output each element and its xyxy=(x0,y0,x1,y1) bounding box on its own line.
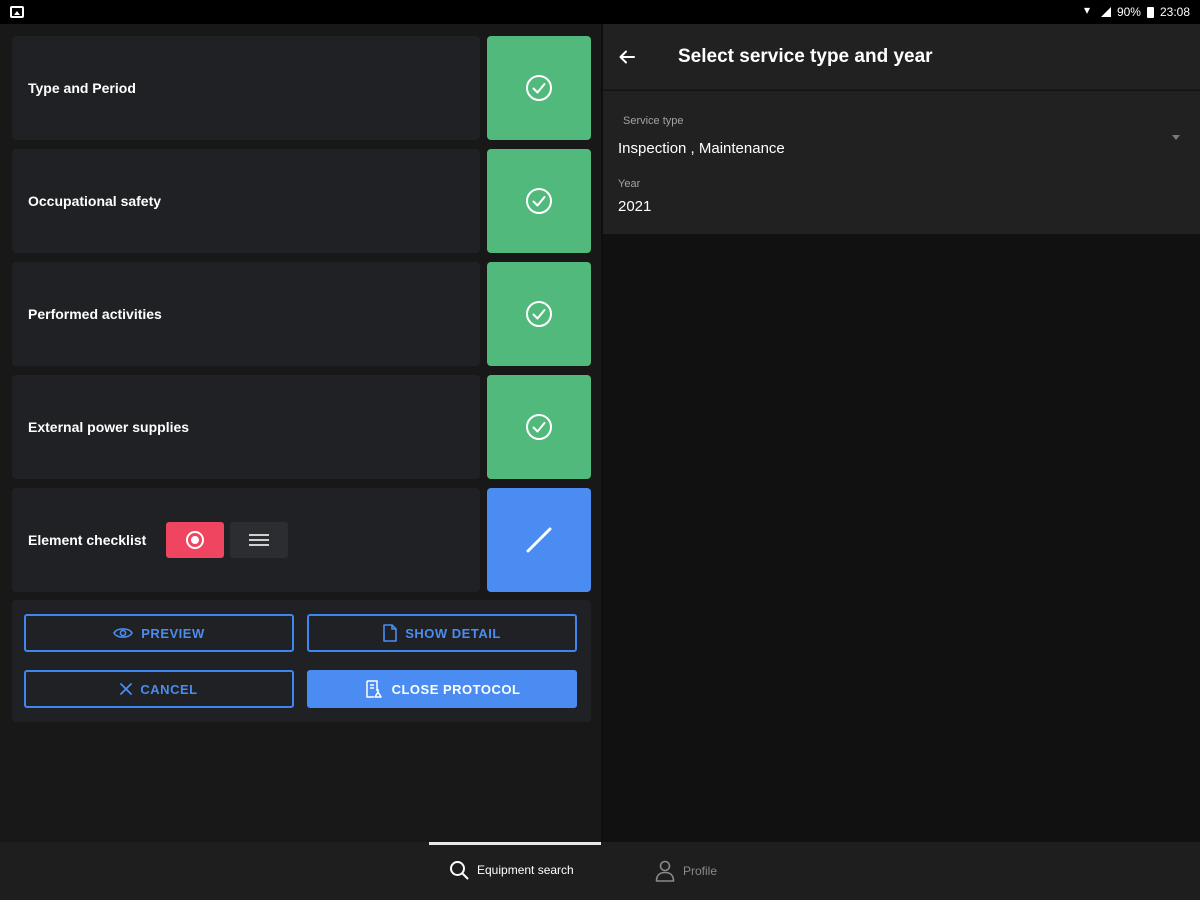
check-circle-icon xyxy=(526,414,552,440)
protocol-actions-panel: PREVIEW SHOW DETAIL CANCEL CLOSE PROTOCO… xyxy=(12,600,591,722)
check-circle-icon xyxy=(526,301,552,327)
search-icon xyxy=(450,861,469,880)
section-label: Type and Period xyxy=(28,80,136,96)
cancel-button[interactable]: CANCEL xyxy=(24,670,294,708)
section-label: Occupational safety xyxy=(28,193,162,209)
section-complete-button[interactable] xyxy=(487,375,591,479)
record-mode-button[interactable] xyxy=(166,522,225,558)
section-row-performed-activities: Performed activities xyxy=(12,262,591,366)
page-title: Select service type and year xyxy=(678,45,933,67)
nav-equipment-search-label: Equipment search xyxy=(477,863,574,877)
section-row-occupational-safety: Occupational safety xyxy=(12,149,591,253)
wifi-icon xyxy=(1083,3,1095,18)
battery-percent: 90% xyxy=(1116,5,1141,19)
check-circle-icon xyxy=(526,188,552,214)
status-bar: 90% 23:08 xyxy=(0,0,1200,24)
arrow-back-icon xyxy=(619,50,635,63)
protocol-sign-icon xyxy=(365,680,382,698)
close-icon xyxy=(120,683,133,695)
nav-profile[interactable]: Profile xyxy=(655,860,717,882)
person-icon xyxy=(655,860,675,882)
section-card[interactable]: Type and Period xyxy=(12,36,480,140)
eye-icon xyxy=(113,628,134,638)
section-label: Performed activities xyxy=(28,306,162,322)
cancel-label: CANCEL xyxy=(140,681,198,697)
battery-icon xyxy=(1146,6,1154,18)
clock: 23:08 xyxy=(1159,5,1190,19)
status-bar-right: 90% 23:08 xyxy=(1083,3,1190,19)
section-card[interactable]: Occupational safety xyxy=(12,149,480,253)
service-type-value: Inspection , Maintenance xyxy=(618,140,785,157)
chevron-down-icon xyxy=(1172,135,1180,140)
section-edit-button[interactable] xyxy=(487,488,591,592)
nav-profile-label: Profile xyxy=(683,864,718,878)
section-complete-button[interactable] xyxy=(487,262,591,366)
back-button[interactable] xyxy=(603,33,651,81)
section-card[interactable]: Element checklist xyxy=(12,488,480,592)
show-detail-label: SHOW DETAIL xyxy=(405,625,501,641)
section-card[interactable]: Performed activities xyxy=(12,262,480,366)
section-row-element-checklist: Element checklist xyxy=(12,488,591,592)
active-tab-indicator xyxy=(429,842,601,845)
preview-button[interactable]: PREVIEW xyxy=(24,614,294,652)
section-complete-button[interactable] xyxy=(487,36,591,140)
detail-app-bar: Select service type and year xyxy=(603,24,1200,90)
checklist-mode-toggle xyxy=(166,522,289,558)
pencil-icon xyxy=(526,527,552,553)
nav-equipment-search[interactable]: Equipment search xyxy=(449,860,574,880)
section-row-type-and-period: Type and Period xyxy=(12,36,591,140)
preview-label: PREVIEW xyxy=(141,625,205,641)
record-icon xyxy=(186,531,205,549)
section-complete-button[interactable] xyxy=(487,149,591,253)
section-card[interactable]: External power supplies xyxy=(12,375,480,479)
show-detail-button[interactable]: SHOW DETAIL xyxy=(307,614,577,652)
menu-lines-icon xyxy=(249,534,270,546)
check-circle-icon xyxy=(526,75,552,101)
gallery-notification-icon xyxy=(10,6,24,18)
service-type-select[interactable]: Service type Inspection , Maintenance xyxy=(603,91,1200,157)
section-label: Element checklist xyxy=(28,532,147,548)
close-protocol-button[interactable]: CLOSE PROTOCOL xyxy=(307,670,577,708)
year-label: Year xyxy=(618,178,641,190)
service-type-label: Service type xyxy=(623,115,684,127)
document-icon xyxy=(383,624,398,642)
year-field[interactable]: Year 2021 xyxy=(603,171,1200,221)
signal-icon xyxy=(1100,7,1111,17)
year-value: 2021 xyxy=(618,198,652,215)
bottom-navigation: Equipment search Profile xyxy=(0,842,1200,900)
service-form: Service type Inspection , Maintenance Ye… xyxy=(603,91,1200,234)
section-label: External power supplies xyxy=(28,419,190,435)
detail-pane: Select service type and year Service typ… xyxy=(603,24,1200,842)
close-protocol-label: CLOSE PROTOCOL xyxy=(391,681,521,697)
list-mode-button[interactable] xyxy=(230,522,289,558)
protocol-sections-pane: Type and Period Occupational safety Perf… xyxy=(0,24,601,842)
section-row-external-power-supplies: External power supplies xyxy=(12,375,591,479)
